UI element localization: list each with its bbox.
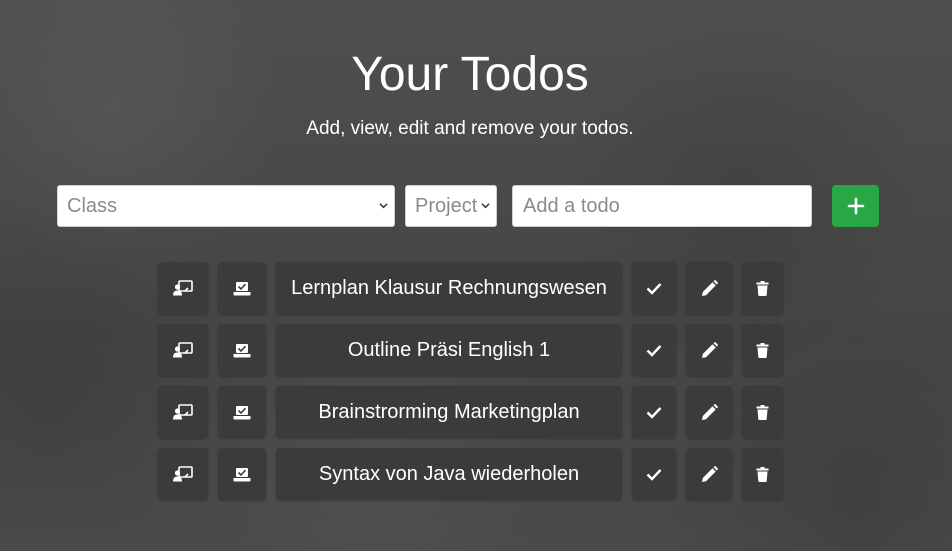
pencil-icon — [701, 279, 718, 297]
edit-button[interactable] — [686, 386, 732, 438]
assign-class-button[interactable] — [158, 386, 208, 438]
todo-text[interactable]: Outline Präsi English 1 — [276, 324, 622, 376]
todo-list: Lernplan Klausur Rechnungswesen Outline … — [158, 262, 784, 510]
todo-text[interactable]: Syntax von Java wiederholen — [276, 448, 622, 500]
assign-class-button[interactable] — [158, 324, 208, 376]
assign-project-button[interactable] — [218, 386, 266, 438]
chevron-down-icon — [379, 201, 388, 210]
todo-input-placeholder: Add a todo — [523, 194, 620, 217]
project-select-value: Project — [415, 194, 478, 217]
project-select[interactable]: Project — [405, 185, 497, 227]
edit-button[interactable] — [686, 324, 732, 376]
todo-item: Syntax von Java wiederholen — [158, 448, 784, 500]
assign-class-button[interactable] — [158, 262, 208, 314]
delete-button[interactable] — [742, 324, 783, 376]
todo-item: Brainstrorming Marketingplan — [158, 386, 784, 438]
laptop-check-icon — [233, 281, 251, 296]
class-select-value: Class — [67, 194, 118, 217]
check-icon — [646, 344, 662, 357]
mark-done-button[interactable] — [632, 448, 676, 500]
assign-class-button[interactable] — [158, 448, 208, 500]
pencil-icon — [701, 403, 718, 421]
add-todo-button[interactable] — [832, 185, 879, 227]
todo-text[interactable]: Brainstrorming Marketingplan — [276, 386, 622, 438]
todo-input[interactable]: Add a todo — [512, 185, 812, 227]
edit-button[interactable] — [686, 448, 732, 500]
plus-icon — [847, 197, 865, 215]
delete-button[interactable] — [742, 448, 783, 500]
teacher-icon — [173, 342, 193, 358]
trash-icon — [756, 342, 769, 358]
trash-icon — [756, 280, 769, 296]
trash-icon — [756, 404, 769, 420]
todo-text[interactable]: Lernplan Klausur Rechnungswesen — [276, 262, 622, 314]
page-subtitle: Add, view, edit and remove your todos. — [306, 118, 634, 139]
edit-button[interactable] — [686, 262, 732, 314]
teacher-icon — [173, 280, 193, 296]
mark-done-button[interactable] — [632, 262, 676, 314]
teacher-icon — [173, 466, 193, 482]
teacher-icon — [173, 404, 193, 420]
mark-done-button[interactable] — [632, 324, 676, 376]
laptop-check-icon — [233, 343, 251, 358]
mark-done-button[interactable] — [632, 386, 676, 438]
page-title: Your Todos — [351, 48, 589, 101]
assign-project-button[interactable] — [218, 448, 266, 500]
check-icon — [646, 468, 662, 481]
pencil-icon — [701, 465, 718, 483]
check-icon — [646, 406, 662, 419]
delete-button[interactable] — [742, 386, 783, 438]
assign-project-button[interactable] — [218, 262, 266, 314]
chevron-down-icon — [481, 201, 490, 210]
check-icon — [646, 282, 662, 295]
delete-button[interactable] — [742, 262, 783, 314]
laptop-check-icon — [233, 467, 251, 482]
assign-project-button[interactable] — [218, 324, 266, 376]
todo-item: Lernplan Klausur Rechnungswesen — [158, 262, 784, 314]
pencil-icon — [701, 341, 718, 359]
laptop-check-icon — [233, 405, 251, 420]
todo-item: Outline Präsi English 1 — [158, 324, 784, 376]
class-select[interactable]: Class — [57, 185, 395, 227]
trash-icon — [756, 466, 769, 482]
